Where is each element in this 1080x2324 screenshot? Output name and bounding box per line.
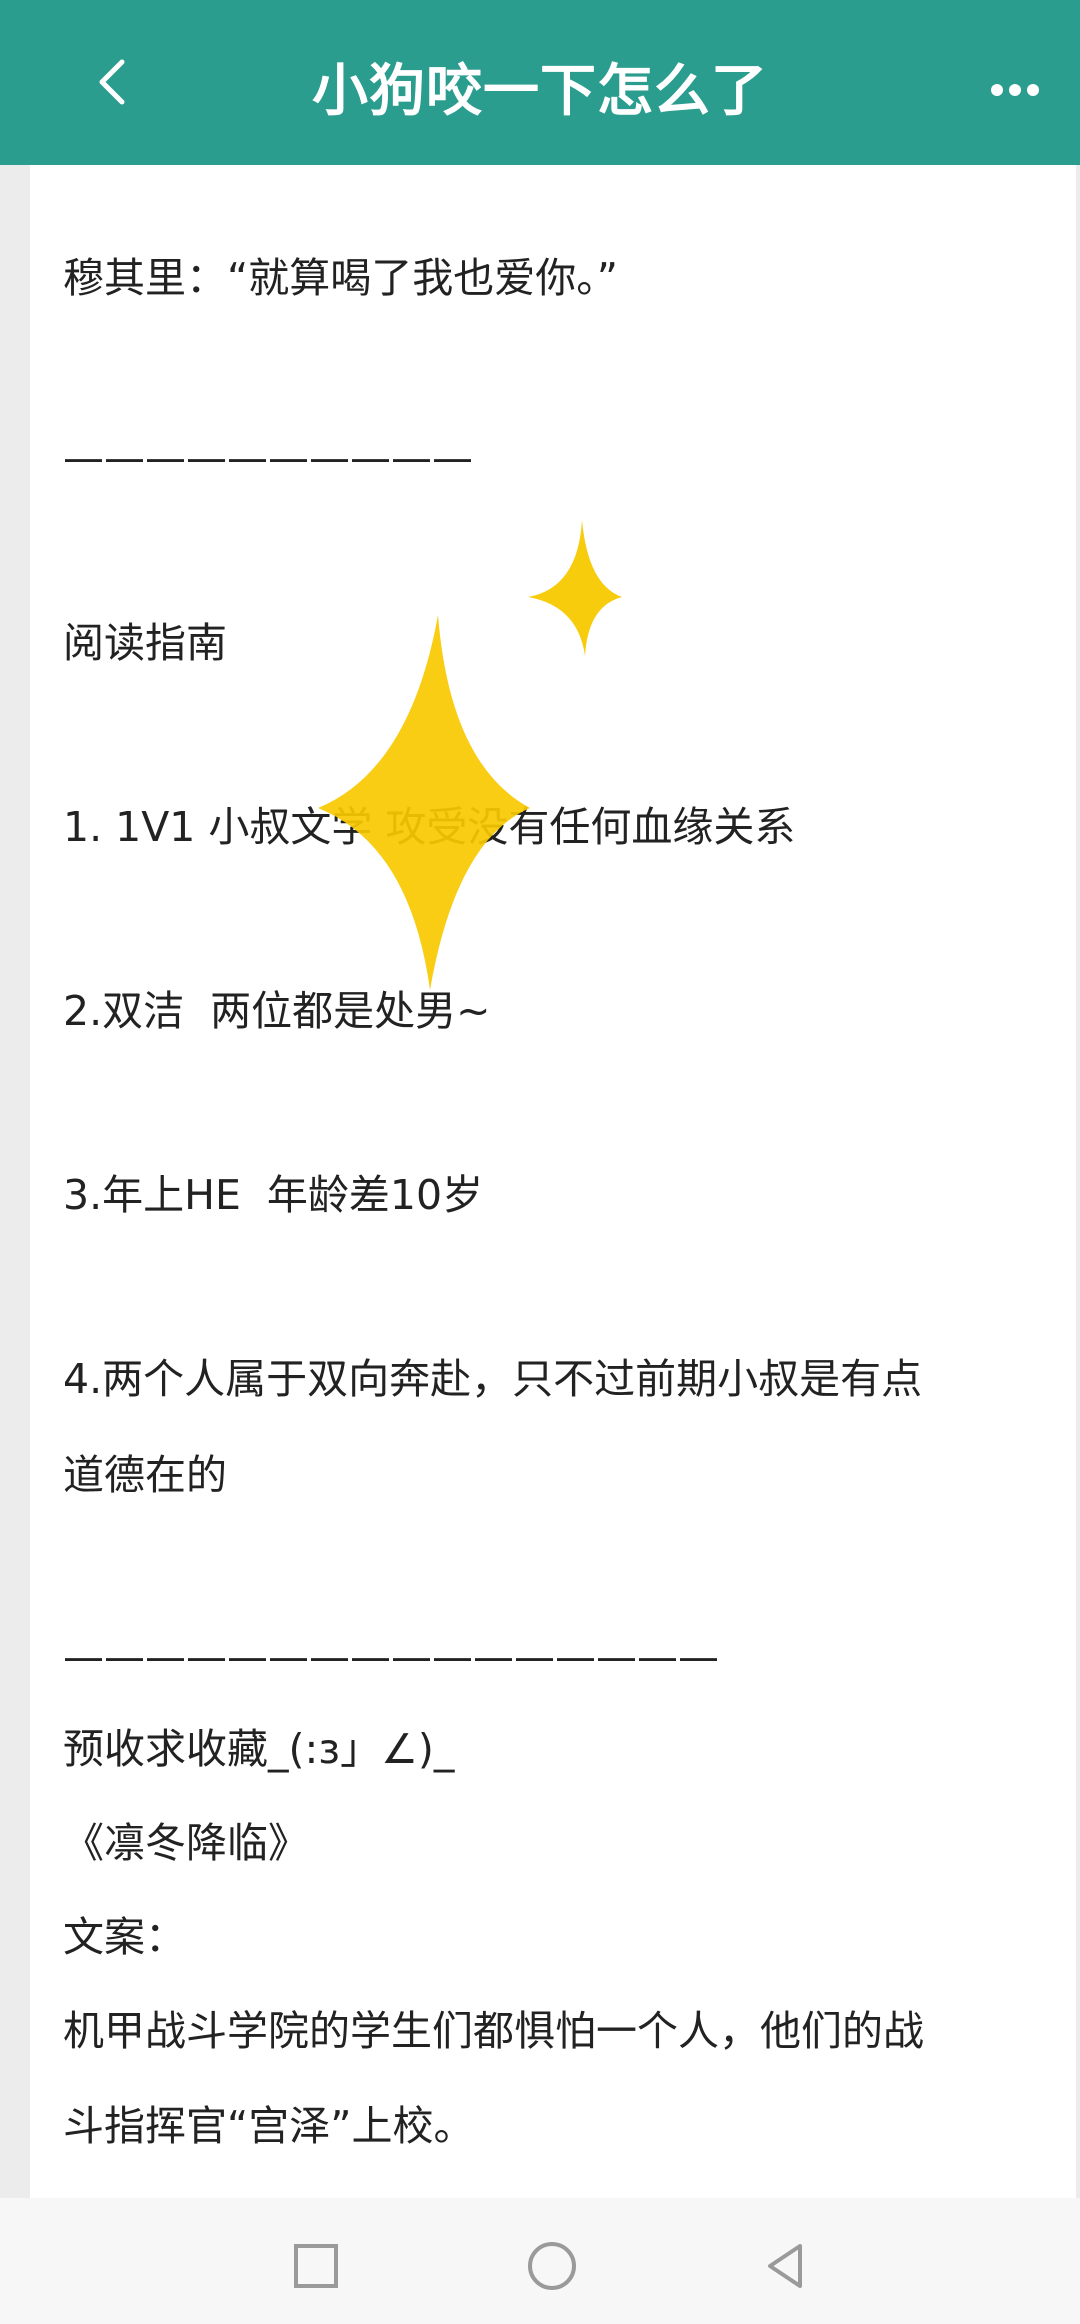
content-line: 3.年上HE 年龄差10岁: [63, 1171, 484, 1219]
triangle-back-icon[interactable]: [756, 2236, 816, 2296]
content-line: 2.双洁 两位都是处男~: [63, 987, 491, 1035]
content-line: 穆其里：“就算喝了我也爱你。”: [63, 254, 618, 302]
content-line: 4.两个人属于双向奔赴，只不过前期小叔是有点: [63, 1355, 923, 1403]
page-title: 小狗咬一下怎么了: [312, 59, 768, 124]
square-icon[interactable]: [286, 2236, 346, 2296]
divider-line: ————————————————: [63, 1633, 719, 1681]
more-horizontal-icon[interactable]: [980, 60, 1050, 120]
content-line: 斗指挥官“宫泽”上校。: [63, 2102, 475, 2150]
content-line: 道德在的: [63, 1451, 227, 1499]
content-line: 机甲战斗学院的学生们都惧怕一个人，他们的战: [63, 2007, 924, 2055]
section-heading: 阅读指南: [63, 619, 227, 667]
circle-icon[interactable]: [522, 2236, 582, 2296]
content-line: 1. 1V1 小叔文学 攻受没有任何血缘关系: [63, 803, 796, 851]
divider-line: ——————————: [63, 434, 473, 482]
chapter-content: 穆其里：“就算喝了我也爱你。” —————————— 阅读指南 1. 1V1 小…: [30, 165, 1076, 2198]
book-title: 《凛冬降临》: [63, 1819, 309, 1867]
content-line: 文案：: [63, 1913, 186, 1961]
content-line: 预收求收藏_(:з」∠)_: [63, 1725, 455, 1773]
app-bar: 小狗咬一下怎么了: [0, 0, 1080, 165]
system-nav-bar: [0, 2198, 1080, 2324]
